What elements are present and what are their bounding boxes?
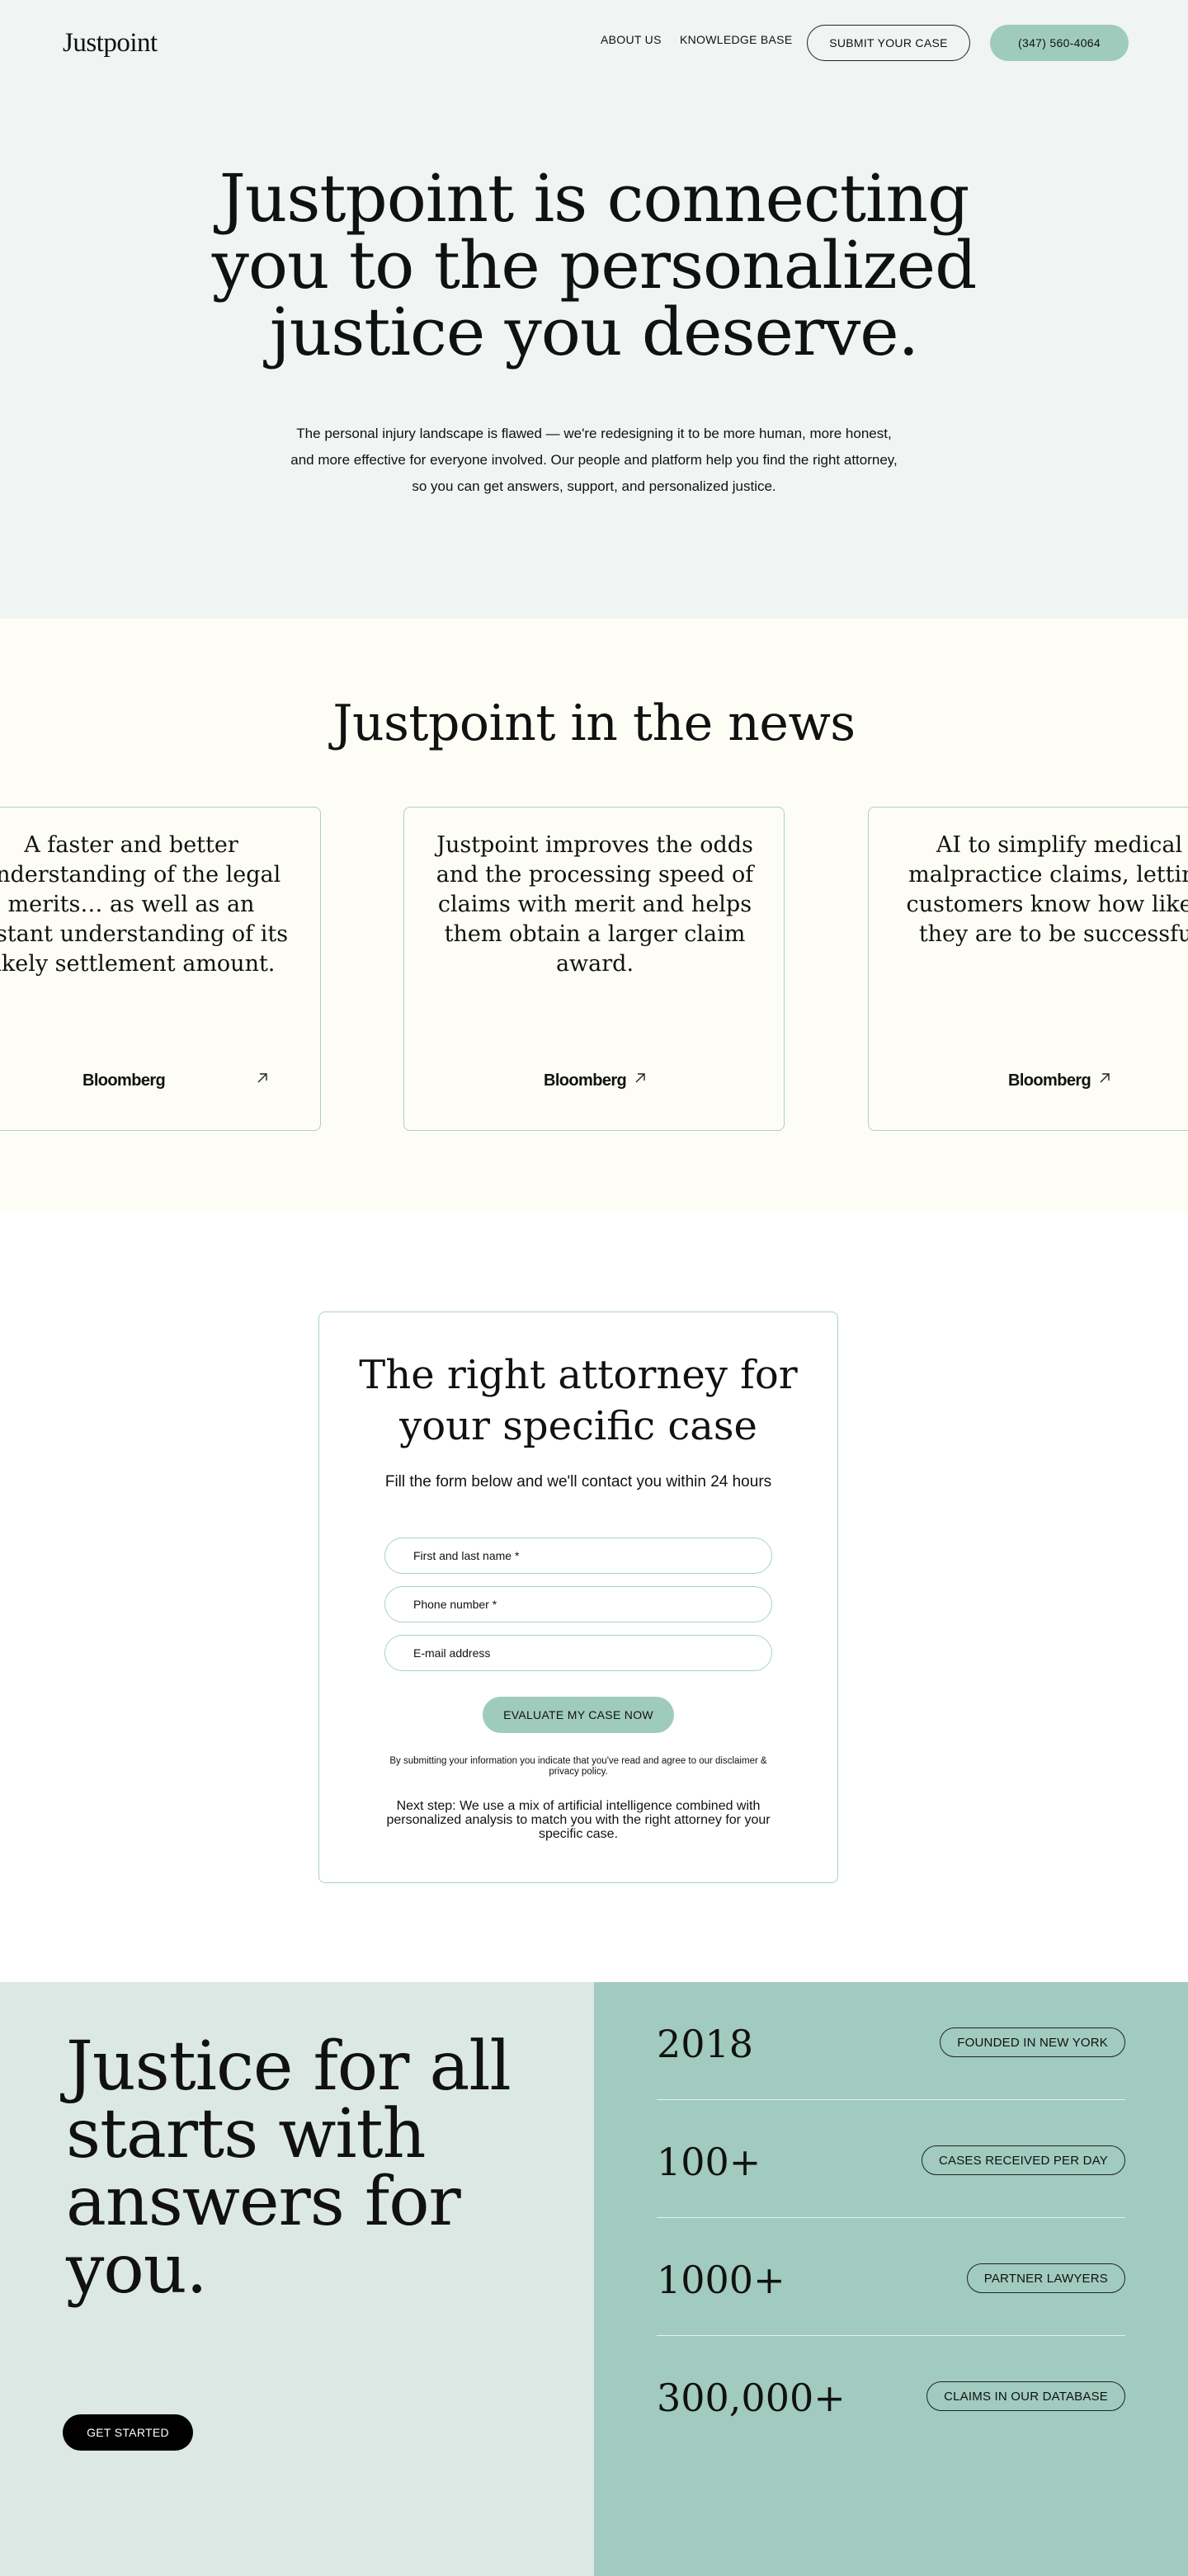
stats-intro: Justice for all starts with answers for … bbox=[0, 1982, 594, 2576]
stat-badge: FOUNDED IN NEW YORK bbox=[940, 2027, 1125, 2057]
news-card[interactable]: AI to simplify medical malpractice claim… bbox=[868, 807, 1188, 1131]
stat-value: 100+ bbox=[657, 2140, 761, 2184]
news-quote: AI to simplify medical malpractice claim… bbox=[906, 832, 1188, 947]
stats-title: Justice for all starts with answers for … bbox=[66, 2027, 512, 2309]
form-title: The right attorney for your specific cas… bbox=[359, 1352, 798, 1449]
form-section: The right attorney for your specific cas… bbox=[0, 1213, 1188, 1982]
stat-row: 100+ CASES RECEIVED PER DAY bbox=[657, 2100, 1125, 2218]
submit-case-button[interactable]: SUBMIT YOUR CASE bbox=[807, 25, 970, 61]
stat-row: 2018 FOUNDED IN NEW YORK bbox=[657, 1982, 1125, 2100]
news-card[interactable]: Justpoint improves the odds and the proc… bbox=[403, 807, 785, 1131]
hero-title: Justpoint is connecting you to the perso… bbox=[211, 160, 978, 370]
evaluate-case-button[interactable]: EVALUATE MY CASE NOW bbox=[483, 1697, 674, 1733]
stat-value: 2018 bbox=[657, 2022, 754, 2066]
form-next-step: Next step: We use a mix of artificial in… bbox=[386, 1799, 771, 1841]
phone-field[interactable]: Phone number * bbox=[384, 1586, 772, 1622]
get-started-button[interactable]: GET STARTED bbox=[63, 2414, 193, 2451]
phone-button[interactable]: (347) 560-4064 bbox=[990, 25, 1129, 61]
stats-panel: 2018 FOUNDED IN NEW YORK 100+ CASES RECE… bbox=[594, 1982, 1188, 2576]
form-subtitle: Fill the form below and we'll contact yo… bbox=[384, 1473, 772, 1491]
form-disclaimer: By submitting your information you indic… bbox=[389, 1756, 767, 1777]
contact-form-card: The right attorney for your specific cas… bbox=[318, 1312, 838, 1883]
bloomberg-logo: Bloomberg bbox=[82, 1071, 166, 1090]
hero-description: The personal injury landscape is flawed … bbox=[290, 426, 898, 494]
site-header: Justpoint ABOUT US KNOWLEDGE BASE SUBMIT… bbox=[0, 0, 1188, 82]
arrow-up-right-icon[interactable] bbox=[254, 1070, 271, 1086]
email-field[interactable]: E-mail address bbox=[384, 1635, 772, 1671]
news-card[interactable]: A faster and better understanding of the… bbox=[0, 807, 321, 1131]
stat-badge: CASES RECEIVED PER DAY bbox=[921, 2145, 1125, 2175]
stat-badge: CLAIMS IN OUR DATABASE bbox=[926, 2381, 1125, 2411]
arrow-up-right-icon[interactable] bbox=[1096, 1070, 1113, 1086]
news-section: Justpoint in the news A faster and bette… bbox=[0, 619, 1188, 1213]
stat-value: 300,000+ bbox=[657, 2376, 846, 2420]
name-field[interactable]: First and last name * bbox=[384, 1538, 772, 1574]
logo[interactable]: Justpoint bbox=[63, 28, 158, 59]
stat-row: 300,000+ CLAIMS IN OUR DATABASE bbox=[657, 2336, 1125, 2454]
bloomberg-logo: Bloomberg bbox=[544, 1071, 627, 1090]
stat-value: 1000+ bbox=[657, 2258, 785, 2302]
bloomberg-logo: Bloomberg bbox=[1008, 1071, 1091, 1090]
nav-knowledge-base[interactable]: KNOWLEDGE BASE bbox=[680, 33, 792, 46]
nav-about-us[interactable]: ABOUT US bbox=[601, 33, 662, 46]
stat-badge: PARTNER LAWYERS bbox=[966, 2263, 1125, 2293]
news-quote: A faster and better understanding of the… bbox=[0, 832, 289, 977]
news-title: Justpoint in the news bbox=[332, 695, 856, 752]
hero-section: Justpoint is connecting you to the perso… bbox=[0, 82, 1188, 619]
news-quote: Justpoint improves the odds and the proc… bbox=[436, 832, 754, 977]
stat-row: 1000+ PARTNER LAWYERS bbox=[657, 2218, 1125, 2336]
arrow-up-right-icon[interactable] bbox=[632, 1070, 648, 1086]
